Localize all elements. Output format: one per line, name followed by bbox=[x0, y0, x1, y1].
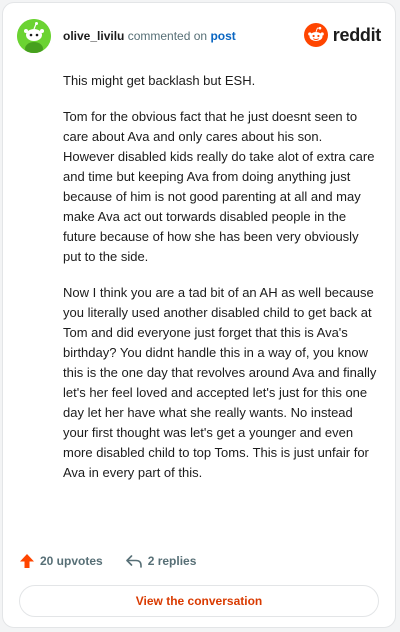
comment-header: olive_livilu commented on post reddit bbox=[17, 19, 381, 55]
comment-paragraph: This might get backlash but ESH. bbox=[63, 73, 256, 88]
reply-arrow-icon[interactable] bbox=[125, 553, 143, 569]
username-link[interactable]: olive_livilu bbox=[63, 29, 124, 43]
comment-paragraph: Tom for the obvious fact that he just do… bbox=[63, 109, 375, 264]
upvote-arrow-icon[interactable] bbox=[19, 553, 35, 569]
reply-count[interactable]: 2 replies bbox=[148, 554, 197, 568]
avatar-snoo-icon bbox=[17, 19, 51, 53]
upvote-count: 20 upvotes bbox=[40, 554, 103, 568]
post-link[interactable]: post bbox=[210, 29, 235, 43]
comment-footer: 20 upvotes 2 replies bbox=[19, 551, 196, 571]
comment-paragraph: Now I think you are a tad bit of an AH a… bbox=[63, 285, 377, 480]
reddit-snoo-icon bbox=[303, 23, 328, 47]
byline: olive_livilu commented on post bbox=[63, 29, 236, 43]
reddit-wordmark: reddit bbox=[332, 24, 382, 45]
comment-body: This might get backlash but ESH. Tom for… bbox=[63, 71, 377, 499]
comment-card: olive_livilu commented on post reddit Th… bbox=[2, 2, 396, 628]
avatar[interactable] bbox=[17, 19, 51, 53]
reddit-logo[interactable]: reddit bbox=[303, 22, 382, 48]
action-text: commented on bbox=[127, 29, 208, 43]
view-conversation-button[interactable]: View the conversation bbox=[19, 585, 379, 617]
